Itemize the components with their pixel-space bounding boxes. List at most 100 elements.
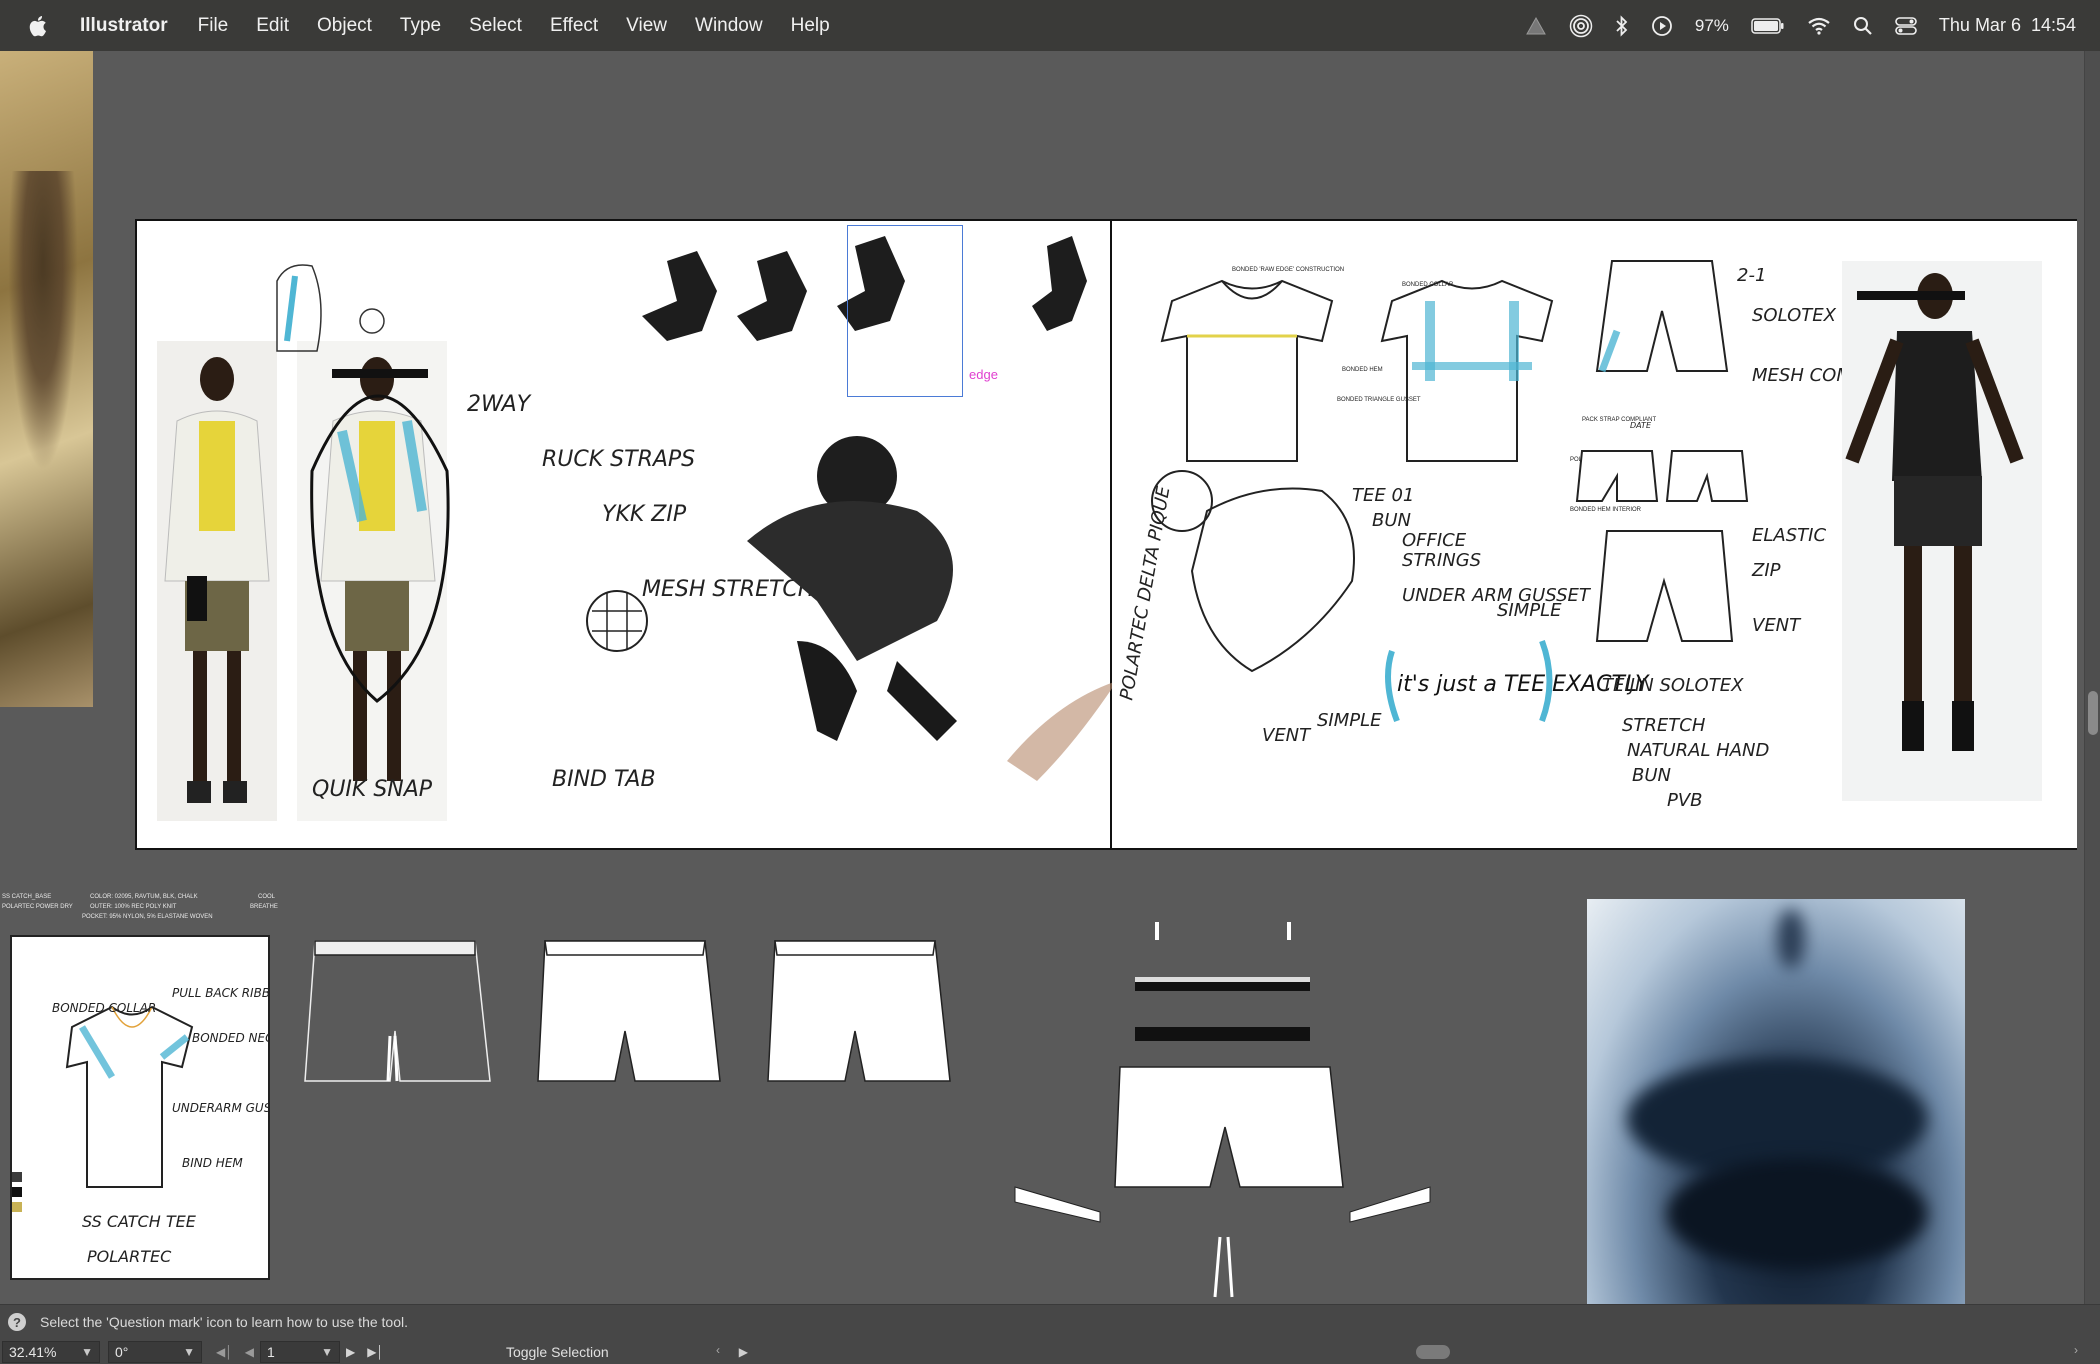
horizontal-scroll-thumb[interactable] [1416, 1345, 1450, 1359]
battery-percent: 97% [1694, 15, 1729, 35]
note-solotex: SOLOTEX [1752, 305, 1837, 326]
menu-effect[interactable]: Effect [550, 15, 598, 37]
note-polartec-delta: POLARTEC DELTA PIQUE [1116, 484, 1174, 702]
vectorworks-icon[interactable] [1525, 16, 1547, 36]
rotation-value: 0° [115, 1344, 129, 1360]
tech-label-gusset: BONDED TRIANGLE GUSSET [1337, 397, 1421, 403]
partial-photo-left[interactable] [0, 51, 93, 707]
artboard-number: 1 [266, 1344, 275, 1360]
card-header-outer: OUTER: 100% REC POLY KNIT [90, 904, 177, 910]
edge-label: edge [969, 367, 998, 382]
scroll-left-icon[interactable]: ‹ [716, 1343, 720, 1357]
note-strings: STRINGS [1402, 550, 1481, 571]
note-2-1: 2-1 [1737, 265, 1766, 286]
tool-hint: ? Select the 'Question mark' icon to lea… [8, 1313, 408, 1331]
battery-icon[interactable] [1751, 17, 1785, 35]
menu-help[interactable]: Help [791, 15, 830, 37]
tech-label-raw-edge: BONDED 'RAW EDGE' CONSTRUCTION [1232, 267, 1344, 273]
note-elastic: ELASTIC [1752, 525, 1826, 546]
note-simple: SIMPLE [1497, 600, 1562, 621]
previous-artboard-icon[interactable]: ◀ [245, 1345, 254, 1359]
tech-label-hem-interior: BONDED HEM INTERIOR [1570, 507, 1642, 513]
note-natural-hand: NATURAL HAND [1627, 740, 1769, 761]
card-header-cool: COOL [258, 894, 276, 900]
search-icon[interactable] [1853, 16, 1873, 36]
zoom-value: 32.41% [9, 1344, 57, 1360]
blurred-running-photo[interactable] [1587, 899, 1965, 1304]
artboard-jacket-concept[interactable]: 2WAY RUCK STRAPS YKK ZIP MESH STRETCH WO… [135, 219, 1117, 850]
toggle-selection-label[interactable]: Toggle Selection [506, 1344, 609, 1360]
apple-icon[interactable] [24, 11, 54, 41]
shorts-flats[interactable] [300, 931, 960, 1111]
note-date: DATE [1630, 421, 1652, 430]
rotation-dropdown[interactable]: 0° ▼ [108, 1341, 202, 1363]
menu-type[interactable]: Type [400, 15, 441, 37]
status-bar: ? Select the 'Question mark' icon to lea… [0, 1304, 2100, 1364]
note-ykk-zip: YKK ZIP [602, 502, 687, 527]
card-note-ss-catch-tee: SS CATCH TEE [82, 1212, 197, 1231]
tee-flat-back [1380, 279, 1554, 462]
card-header-fabric: POLARTEC POWER DRY [2, 904, 73, 910]
menu-bar: Illustrator File Edit Object Type Select… [0, 0, 2100, 51]
menu-view[interactable]: View [626, 15, 667, 37]
tech-label-hem: BONDED HEM [1342, 367, 1383, 373]
model-black-photo [1842, 261, 2042, 801]
artboard-number-dropdown[interactable]: 1 ▼ [259, 1341, 340, 1363]
menu-edit[interactable]: Edit [256, 15, 289, 37]
note-bind-tab: BIND TAB [552, 767, 656, 792]
note-bun: BUN [1372, 510, 1411, 531]
question-mark-icon[interactable]: ? [8, 1313, 26, 1331]
jacket-concept-art: 2WAY RUCK STRAPS YKK ZIP MESH STRETCH WO… [157, 236, 1117, 821]
card-header-color: COLOR: 02095, RAVTUM, BLK, CHALK [90, 894, 198, 900]
card-note-pull-back: PULL BACK RIBBON [172, 986, 268, 1000]
note-pvb: PVB [1667, 790, 1703, 811]
tee-tech-sketch: BONDED COLLAR PULL BACK RIBBON BONDED NE… [12, 986, 331, 1266]
wifi-icon[interactable] [1807, 17, 1831, 35]
vertical-scroll-thumb[interactable] [2088, 691, 2098, 735]
horizontal-scrollbar[interactable]: ‹ › [716, 1343, 2078, 1359]
note-ruck-straps: RUCK STRAPS [542, 447, 695, 472]
first-artboard-icon[interactable]: ◀│ [216, 1345, 233, 1359]
tee-shorts-concept-art: BONDED 'RAW EDGE' CONSTRUCTION BONDED CO… [1116, 260, 2042, 811]
scroll-right-icon[interactable]: › [2074, 1343, 2078, 1357]
menu-app-name[interactable]: Illustrator [80, 15, 168, 37]
tech-label-collar: BONDED COLLAR [1402, 282, 1454, 288]
airdrop-icon[interactable] [1569, 14, 1593, 38]
chevron-down-icon: ▼ [321, 1345, 333, 1359]
zoom-dropdown[interactable]: 32.41% ▼ [2, 1341, 100, 1363]
model-front-photo [157, 341, 277, 821]
chevron-down-icon: ▼ [81, 1345, 93, 1359]
bluetooth-icon[interactable] [1615, 14, 1629, 37]
note-quik-snap: QUIK SNAP [312, 777, 433, 802]
last-artboard-icon[interactable]: ▶│ [367, 1345, 384, 1359]
note-tee01: TEE 01 [1352, 485, 1414, 506]
tee-sketch [1151, 470, 1355, 673]
card-header-pocket: POCKET: 95% NYLON, 5% ELASTANE WOVEN [82, 914, 213, 920]
chevron-down-icon: ▼ [183, 1345, 195, 1359]
card-note-bind-hem: BIND HEM [182, 1156, 243, 1170]
play-icon[interactable] [1651, 15, 1673, 37]
menu-object[interactable]: Object [317, 15, 372, 37]
clock[interactable]: Thu Mar 6 14:54 [1939, 15, 2076, 36]
pack-sketch [276, 264, 385, 352]
card-note-bonded-neck: BONDED NECK SLEEVE [192, 1031, 268, 1045]
vertical-scrollbar[interactable] [2084, 51, 2100, 1304]
note-simple-2: SIMPLE [1317, 710, 1382, 731]
note-2way: 2WAY [467, 392, 532, 417]
tee-tech-card[interactable]: BONDED COLLAR PULL BACK RIBBON BONDED NE… [10, 935, 331, 1280]
control-center-icon[interactable] [1895, 16, 1917, 36]
status-controls: 32.41% ▼ 0° ▼ ◀│ ◀ 1 ▼ ▶ ▶│ Toggle Selec… [0, 1339, 2100, 1364]
note-bun-shorts: BUN [1632, 765, 1671, 786]
card-note-polartec: POLARTEC [87, 1247, 172, 1266]
menu-window[interactable]: Window [695, 15, 763, 37]
note-vent-shorts: VENT [1752, 615, 1802, 636]
illustrator-canvas[interactable]: 2WAY RUCK STRAPS YKK ZIP MESH STRETCH WO… [0, 51, 2084, 1304]
artboard-tee-shorts-concept[interactable]: BONDED 'RAW EDGE' CONSTRUCTION BONDED CO… [1112, 219, 2077, 850]
next-artboard-icon[interactable]: ▶ [346, 1345, 355, 1359]
model-sketch-overlay [297, 341, 450, 821]
menu-select[interactable]: Select [469, 15, 522, 37]
selection-box[interactable] [847, 225, 963, 397]
exploded-shorts-flat[interactable] [1010, 917, 1440, 1304]
menu-file[interactable]: File [198, 15, 229, 37]
tee-flat-front [1160, 279, 1334, 462]
